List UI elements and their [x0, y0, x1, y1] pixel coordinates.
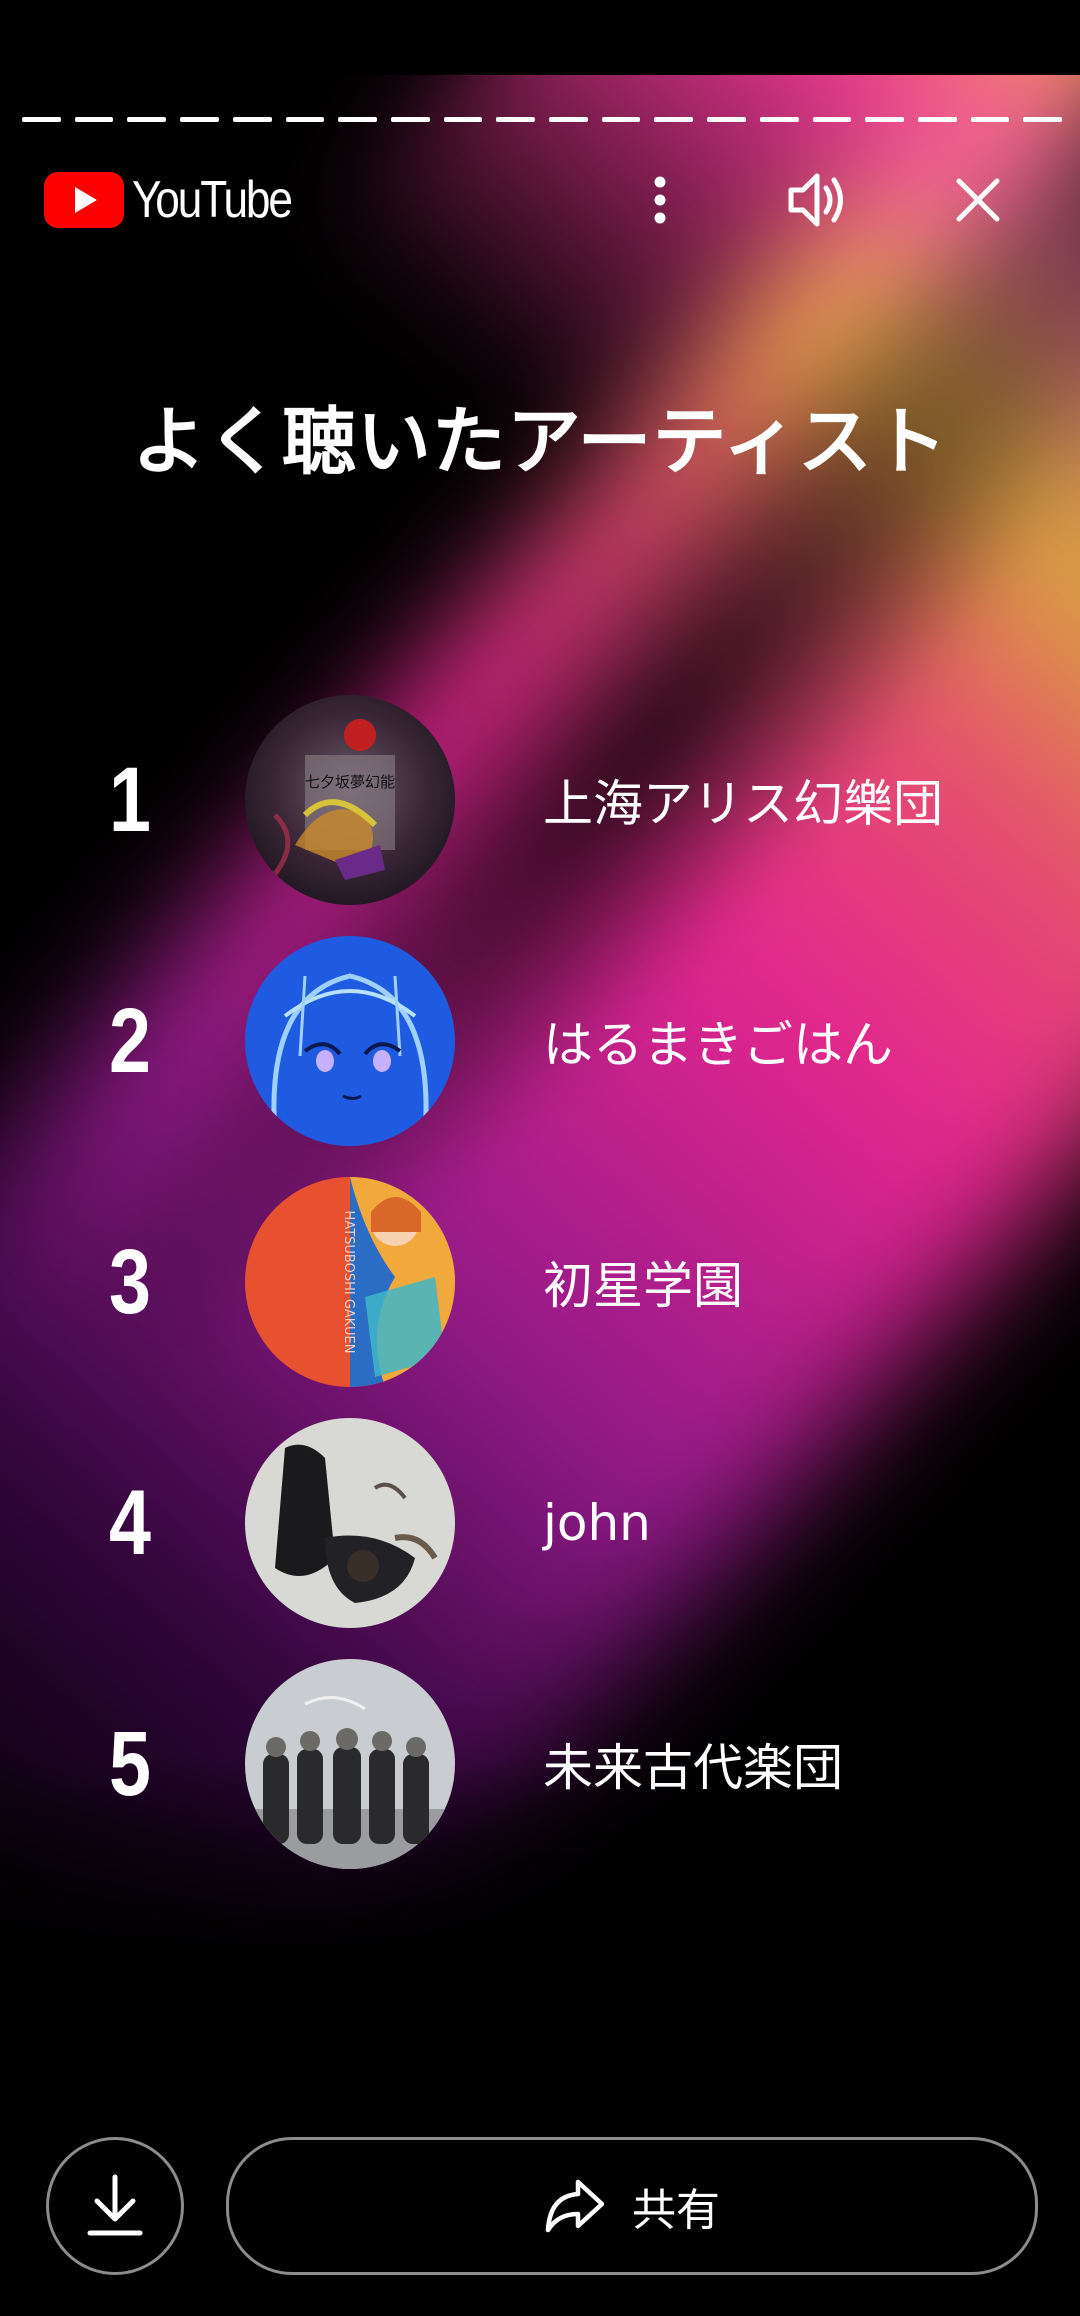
- rank-number: 1: [109, 748, 151, 851]
- share-icon: [545, 2179, 605, 2233]
- album-title-text: 七夕坂夢幻能: [305, 773, 395, 791]
- top-bar: YouTube: [0, 160, 1080, 240]
- rank-number: 5: [109, 1712, 151, 1815]
- artist-row-4[interactable]: 4 john: [0, 1418, 1080, 1628]
- progress-segment: [707, 117, 746, 122]
- progress-segment: [970, 117, 1010, 122]
- rank-number: 4: [109, 1471, 151, 1574]
- artist-row-1[interactable]: 1 七夕坂夢幻能 上海アリス幻樂団: [0, 695, 1080, 905]
- progress-segment: [865, 117, 904, 122]
- progress-segment: [285, 117, 325, 122]
- artist-row-5[interactable]: 5 未来古代楽団: [0, 1659, 1080, 1869]
- artist-row-2[interactable]: 2 はるまきごはん: [0, 936, 1080, 1146]
- rank-number: 3: [109, 1230, 151, 1333]
- artist-name: 未来古代楽団: [543, 1739, 843, 1797]
- progress-segment: [232, 117, 272, 122]
- more-vertical-icon: [654, 176, 666, 224]
- progress-segment: [180, 117, 219, 122]
- recap-story-screen: YouTube よく聴いたアーティスト 1 七夕坂夢幻能 上海アリス幻樂団 2 …: [0, 0, 1080, 2316]
- rank-number: 2: [109, 989, 151, 1092]
- progress-segment: [496, 117, 536, 122]
- download-button[interactable]: [46, 2137, 184, 2275]
- artist-avatar: HATSUBOSHI GAKUEN: [245, 1177, 455, 1387]
- close-icon: [956, 178, 1000, 222]
- progress-segment: [1023, 117, 1063, 122]
- artist-avatar: [245, 1659, 455, 1869]
- artist-name: 初星学園: [543, 1257, 743, 1315]
- progress-segment: [390, 117, 430, 122]
- story-progress-bar: [22, 117, 1063, 122]
- progress-segment: [812, 117, 852, 122]
- volume-icon: [788, 173, 843, 227]
- album-vertical-text: HATSUBOSHI GAKUEN: [341, 1211, 356, 1354]
- gradient-background: [0, 0, 1080, 2316]
- sound-toggle-button[interactable]: [778, 160, 858, 240]
- artist-name: 上海アリス幻樂団: [543, 775, 943, 833]
- share-label: 共有: [632, 2185, 720, 2236]
- artist-name: john: [543, 1494, 651, 1552]
- artist-name: はるまきごはん: [543, 1016, 893, 1074]
- artist-avatar: [245, 936, 455, 1146]
- artist-avatar: [245, 1418, 455, 1628]
- page-title: よく聴いたアーティスト: [131, 399, 949, 485]
- progress-segment: [654, 117, 694, 122]
- youtube-logo: YouTube: [44, 172, 319, 228]
- progress-segment: [338, 117, 377, 122]
- youtube-logo-text: YouTube: [132, 171, 293, 229]
- youtube-play-icon: [44, 172, 124, 228]
- progress-segment: [759, 117, 799, 122]
- progress-segment: [917, 117, 957, 122]
- download-icon: [87, 2174, 143, 2236]
- progress-segment: [443, 117, 483, 122]
- progress-segment: [127, 117, 167, 122]
- progress-segment: [549, 117, 588, 122]
- progress-segment: [22, 117, 61, 122]
- progress-segment: [601, 117, 641, 122]
- artist-row-3[interactable]: 3 HATSUBOSHI GAKUEN 初星学園: [0, 1177, 1080, 1387]
- share-button[interactable]: 共有: [226, 2137, 1038, 2275]
- artist-avatar: 七夕坂夢幻能: [245, 695, 455, 905]
- progress-segment: [74, 117, 114, 122]
- more-options-button[interactable]: [620, 160, 700, 240]
- close-button[interactable]: [938, 160, 1018, 240]
